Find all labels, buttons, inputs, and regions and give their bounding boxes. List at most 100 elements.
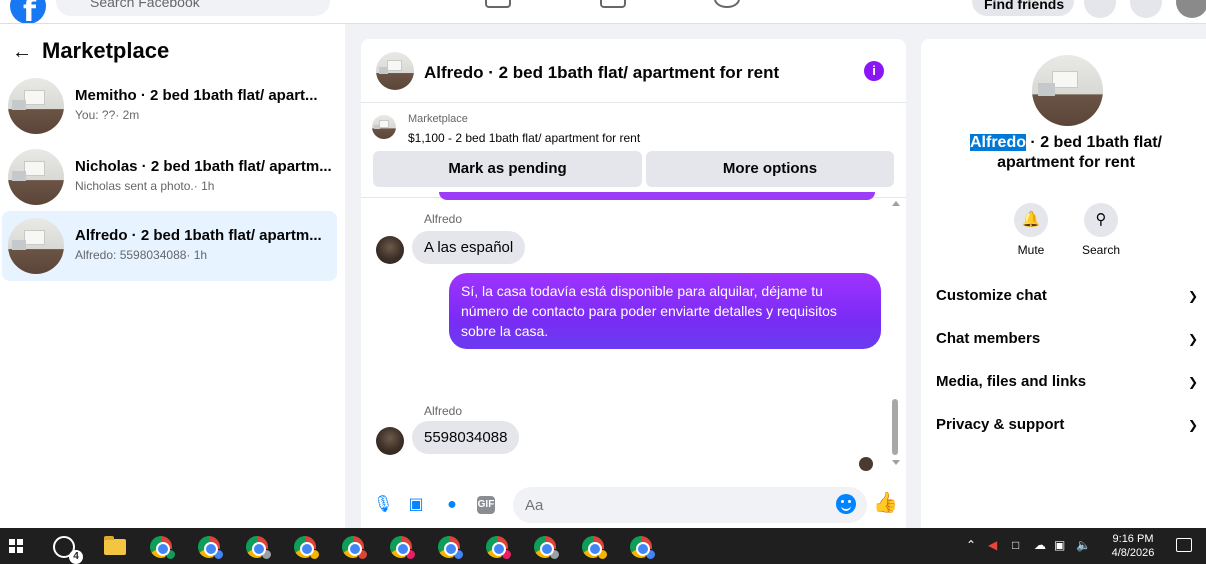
listing-price[interactable]: $1,100 - 2 bed 1bath flat/ apartment for… xyxy=(408,131,640,145)
listing-thumbnail xyxy=(8,218,64,274)
chevron-down-icon: ❯ xyxy=(1187,332,1198,346)
thumbs-up-icon[interactable]: 👍 xyxy=(873,491,898,515)
conversation-title: Nicholas · 2 bed 1bath flat/ apartm... xyxy=(75,158,332,175)
gaming-nav-icon[interactable] xyxy=(600,0,626,8)
section-label: Chat members xyxy=(936,330,1041,347)
facebook-logo-icon[interactable] xyxy=(10,0,46,23)
section-label: Customize chat xyxy=(936,287,1047,304)
clock-time: 9:16 PM xyxy=(1112,533,1154,545)
section-label: Media, files and links xyxy=(936,373,1087,390)
whatsapp-badge: 4 xyxy=(69,550,83,564)
tray-volume-alert-icon[interactable]: ◀ xyxy=(988,538,997,552)
message-composer: 🎙 ▣ ● GIF 👍 xyxy=(361,482,906,528)
marketplace-header: ← Marketplace xyxy=(12,38,169,64)
messenger-icon[interactable] xyxy=(1130,0,1162,18)
system-clock[interactable]: 9:16 PM 4/8/2026 xyxy=(1103,532,1163,560)
search-conversation-button[interactable]: ⚲ Search xyxy=(1071,203,1131,257)
chevron-down-icon: ❯ xyxy=(1187,418,1198,432)
chat-members-row[interactable]: Chat members ❯ xyxy=(936,330,1198,350)
conversation-item-memitho[interactable]: Memitho · 2 bed 1bath flat/ apart... You… xyxy=(2,71,337,141)
scroll-up-arrow-icon[interactable] xyxy=(892,201,900,206)
chrome-profile-icon[interactable] xyxy=(438,536,464,560)
message-thread: Alfredo A las español Sí, la casa todaví… xyxy=(361,192,906,475)
message-sender: Alfredo xyxy=(424,212,463,226)
conversation-item-alfredo[interactable]: Alfredo · 2 bed 1bath flat/ apartm... Al… xyxy=(2,211,337,281)
tray-speaker-icon[interactable]: 🔈 xyxy=(1076,538,1091,552)
mute-label: Mute xyxy=(1017,243,1045,257)
chat-window: Alfredo · 2 bed 1bath flat/ apartment fo… xyxy=(361,39,906,528)
info-icon[interactable]: i xyxy=(864,61,884,81)
tray-network-icon[interactable]: ▣ xyxy=(1054,538,1065,552)
whatsapp-icon[interactable]: 4 xyxy=(53,536,83,564)
tray-chevron-up-icon[interactable]: ⌃ xyxy=(966,538,976,552)
outgoing-message: Sí, la casa todavía está disponible para… xyxy=(449,273,881,349)
chrome-profile-icon[interactable] xyxy=(534,536,560,560)
tray-device-icon[interactable]: □ xyxy=(1012,538,1019,552)
marketplace-sidebar: ← Marketplace Memitho · 2 bed 1bath flat/… xyxy=(0,24,345,528)
chrome-profile-icon[interactable] xyxy=(294,536,320,560)
listing-source-label: Marketplace xyxy=(408,113,468,125)
details-listing-thumbnail[interactable] xyxy=(1032,55,1103,126)
media-files-links-row[interactable]: Media, files and links ❯ xyxy=(936,373,1198,393)
back-arrow-icon[interactable]: ← xyxy=(12,41,32,63)
tray-cloud-icon[interactable]: ☁ xyxy=(1034,538,1046,552)
chat-header: Alfredo · 2 bed 1bath flat/ apartment fo… xyxy=(361,39,906,103)
previous-message-bubble xyxy=(439,192,875,200)
chevron-down-icon: ❯ xyxy=(1187,289,1198,303)
chrome-profile-icon[interactable] xyxy=(246,536,272,560)
more-options-button[interactable]: More options xyxy=(646,151,894,187)
menu-grid-icon[interactable] xyxy=(1084,0,1116,18)
seen-indicator-avatar xyxy=(859,457,873,471)
message-sender: Alfredo xyxy=(424,404,463,418)
chrome-profile-icon[interactable] xyxy=(198,536,224,560)
sticker-icon[interactable]: ● xyxy=(443,496,461,514)
conversation-title: Alfredo · 2 bed 1bath flat/ apartm... xyxy=(75,227,322,244)
notification-center-icon[interactable] xyxy=(1176,538,1192,552)
listing-thumbnail-small[interactable] xyxy=(372,115,396,139)
find-friends-label: Find friends xyxy=(984,0,1065,12)
privacy-support-row[interactable]: Privacy & support ❯ xyxy=(936,416,1198,436)
chrome-profile-icon[interactable] xyxy=(486,536,512,560)
emoji-icon[interactable] xyxy=(836,494,856,514)
message-scrollbar[interactable] xyxy=(889,197,901,469)
chat-title[interactable]: Alfredo · 2 bed 1bath flat/ apartment fo… xyxy=(424,63,779,83)
details-title: Alfredo · 2 bed 1bath flat/ apartment fo… xyxy=(941,133,1191,173)
clock-date: 4/8/2026 xyxy=(1111,547,1155,559)
windows-start-icon[interactable] xyxy=(9,539,23,553)
sender-avatar[interactable] xyxy=(376,236,404,264)
scrollbar-thumb[interactable] xyxy=(892,399,898,455)
incoming-message: 5598034088 xyxy=(412,421,520,454)
profile-nav-icon[interactable] xyxy=(714,0,740,8)
chat-details-panel: Alfredo · 2 bed 1bath flat/ apartment fo… xyxy=(921,39,1206,528)
bell-icon: 🔔 xyxy=(1014,203,1048,237)
listing-thumbnail xyxy=(8,78,64,134)
selected-text: Alfredo xyxy=(969,134,1026,151)
customize-chat-row[interactable]: Customize chat ❯ xyxy=(936,287,1198,307)
search-icon: ⚲ xyxy=(1084,203,1118,237)
search-label: Search xyxy=(1081,243,1121,257)
listing-bar: Marketplace $1,100 - 2 bed 1bath flat/ a… xyxy=(361,103,906,197)
sender-avatar[interactable] xyxy=(376,427,404,455)
mute-button[interactable]: 🔔 Mute xyxy=(1001,203,1061,257)
file-explorer-icon[interactable] xyxy=(104,536,126,555)
chrome-profile-icon[interactable] xyxy=(150,536,176,560)
conversation-item-nicholas[interactable]: Nicholas · 2 bed 1bath flat/ apartm... N… xyxy=(2,142,337,212)
chrome-profile-icon[interactable] xyxy=(342,536,368,560)
message-input[interactable] xyxy=(513,487,867,523)
gif-icon[interactable]: GIF xyxy=(477,496,495,514)
scroll-down-arrow-icon[interactable] xyxy=(892,460,900,465)
chrome-profile-icon[interactable] xyxy=(582,536,608,560)
find-friends-button[interactable]: Find friends xyxy=(972,0,1074,16)
photo-attach-icon[interactable]: ▣ xyxy=(407,496,425,514)
marketplace-nav-icon[interactable] xyxy=(485,0,511,8)
top-nav-bar: Search Facebook Find friends xyxy=(0,0,1206,24)
chat-listing-thumbnail[interactable] xyxy=(376,52,414,90)
microphone-icon[interactable]: 🎙 xyxy=(373,496,393,514)
mark-as-pending-button[interactable]: Mark as pending xyxy=(373,151,642,187)
chrome-profile-icon[interactable] xyxy=(630,536,656,560)
chrome-profile-icon[interactable] xyxy=(390,536,416,560)
conversation-preview: Alfredo: 5598034088· 1h xyxy=(75,248,208,262)
search-placeholder: Search Facebook xyxy=(90,0,200,10)
account-avatar[interactable] xyxy=(1176,0,1206,18)
facebook-search-input[interactable]: Search Facebook xyxy=(56,0,330,16)
